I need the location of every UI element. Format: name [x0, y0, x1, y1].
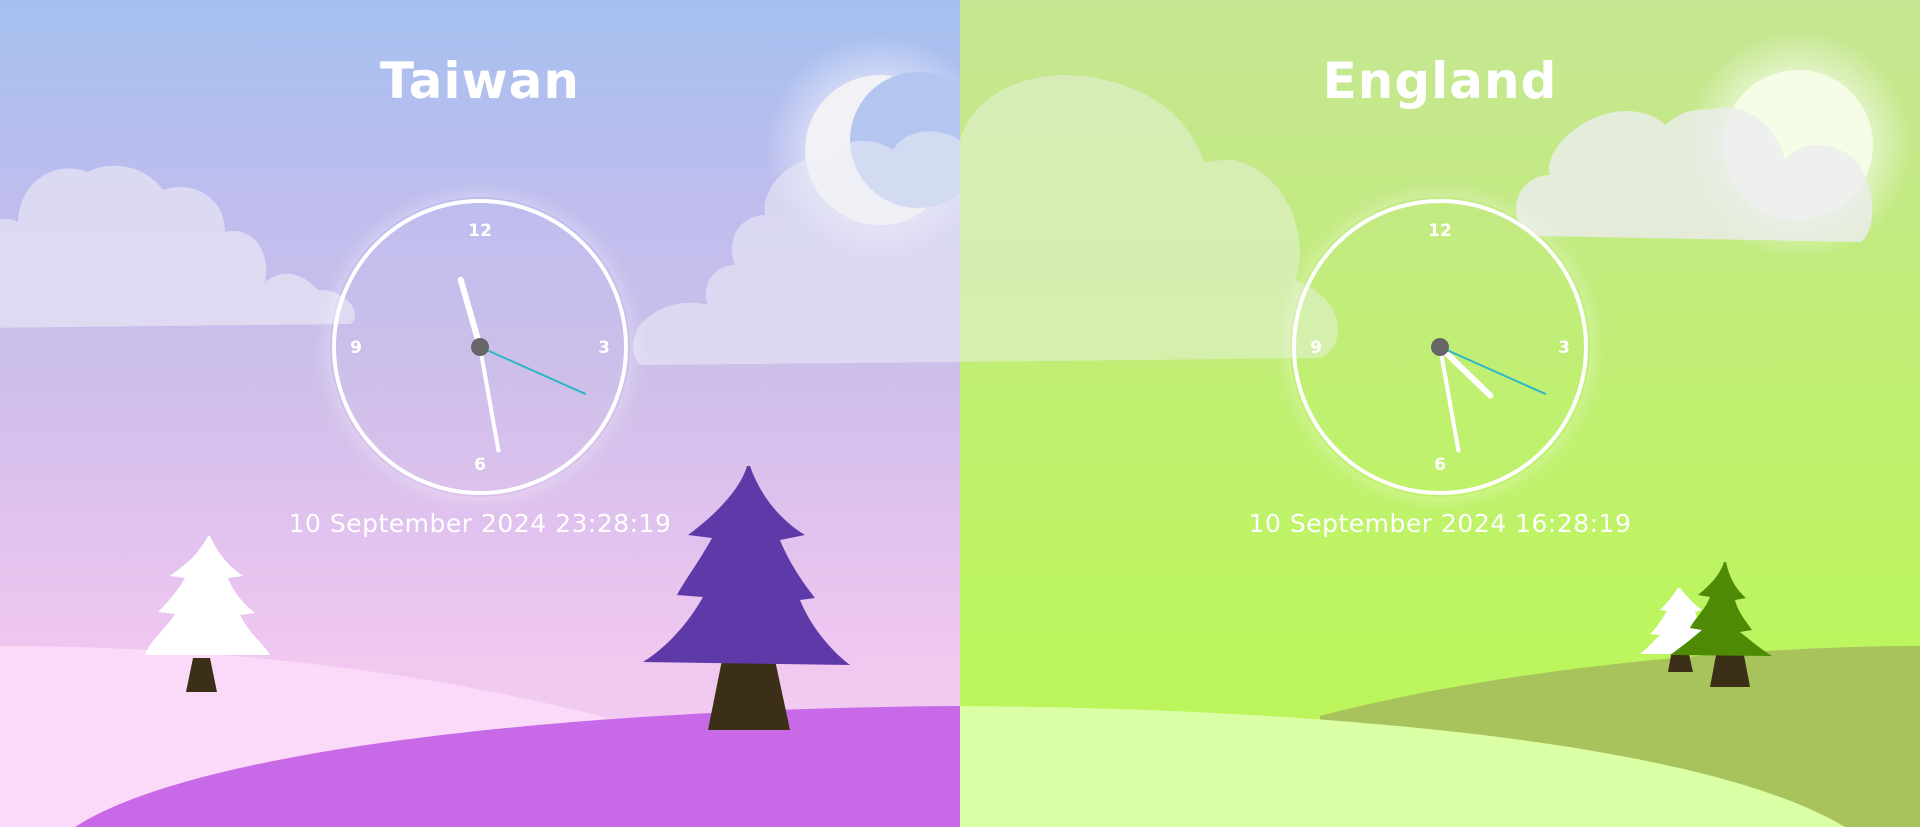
second-hand: [479, 346, 587, 395]
clock-number-9: 9: [1310, 338, 1322, 358]
panel-taiwan: Taiwan 12 3 6 9 10 September 2024 23:28:…: [0, 0, 960, 827]
clock-number-3: 3: [1558, 338, 1570, 358]
clock-number-6: 6: [1434, 455, 1446, 475]
city-title: England: [1322, 52, 1558, 110]
city-title: Taiwan: [379, 52, 581, 110]
cloud-shape: [960, 75, 1338, 362]
tree-icon: [643, 466, 850, 730]
second-hand: [1439, 346, 1547, 395]
clock-number-12: 12: [1428, 221, 1452, 241]
clock-center: [471, 338, 489, 356]
analog-clock: 12 3 6 9: [1290, 197, 1590, 497]
cloud-shape: [633, 131, 960, 365]
clock-number-12: 12: [468, 221, 492, 241]
panel-england: England 12 3 6 9 10 September 2024 16:28…: [960, 0, 1920, 827]
datetime-label: 10 September 2024 16:28:19: [1248, 509, 1632, 538]
clock-number-3: 3: [598, 338, 610, 358]
hour-hand: [457, 276, 483, 350]
clock-center: [1431, 338, 1449, 356]
clock-number-6: 6: [474, 455, 486, 475]
analog-clock: 12 3 6 9: [330, 197, 630, 497]
clock-number-9: 9: [350, 338, 362, 358]
minute-hand: [478, 345, 501, 453]
datetime-label: 10 September 2024 23:28:19: [288, 509, 672, 538]
cloud-shape: [0, 165, 356, 328]
